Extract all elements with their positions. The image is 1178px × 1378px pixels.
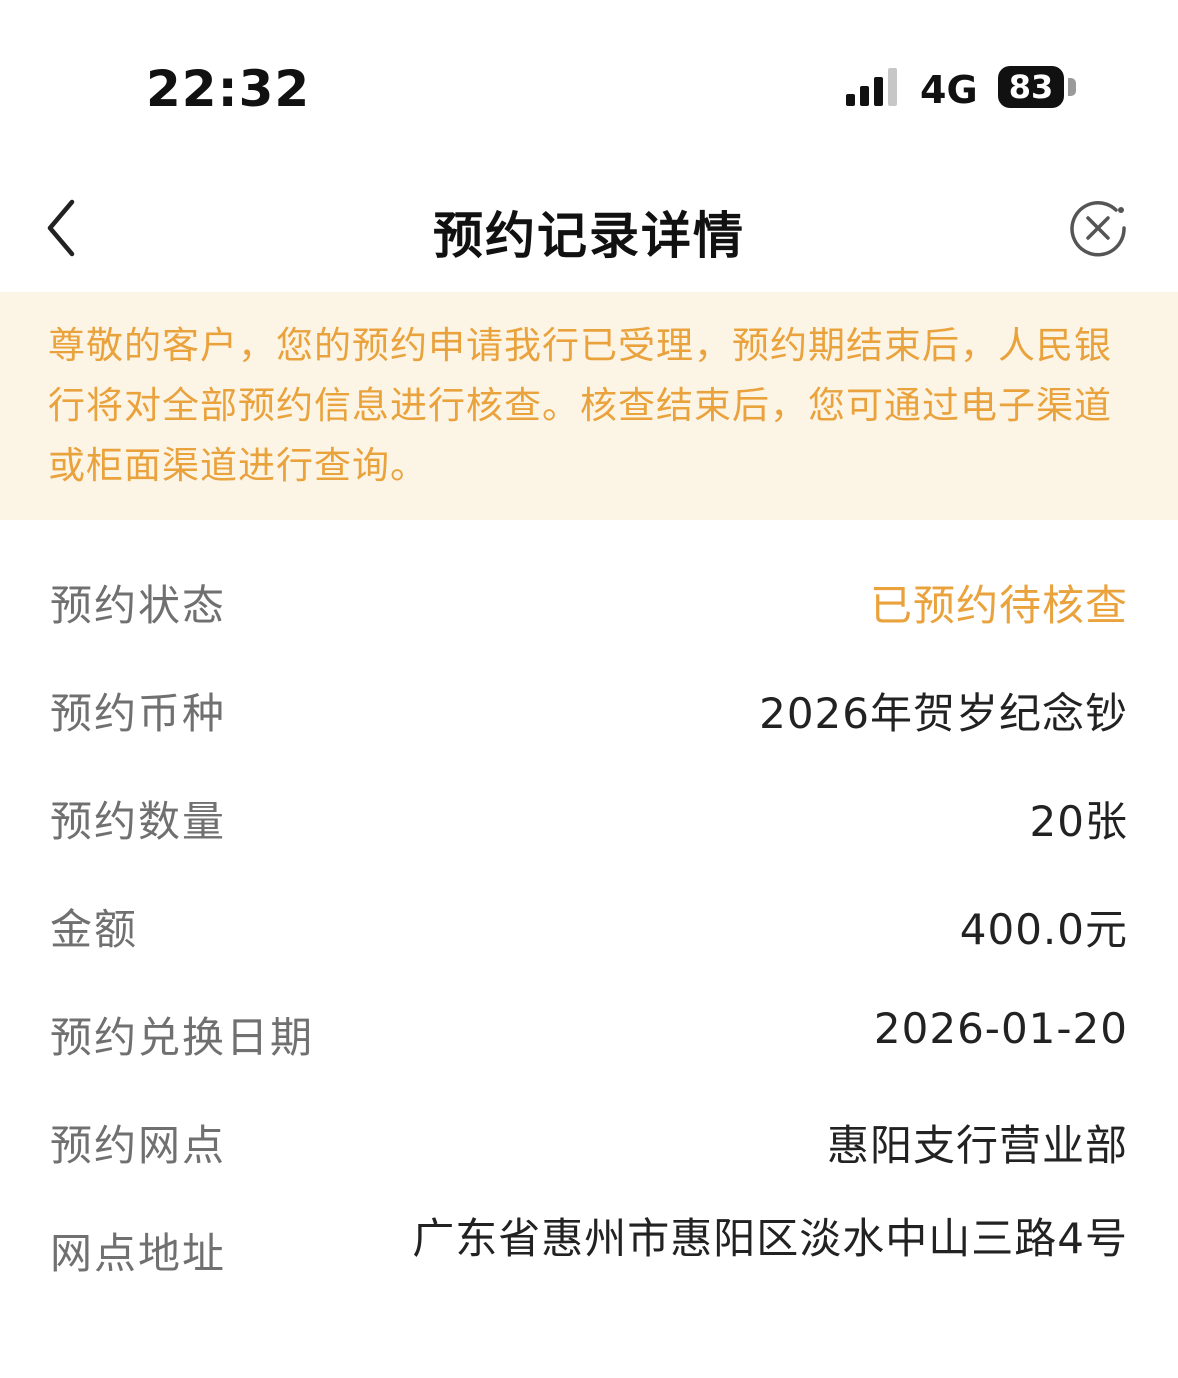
screen: 22:32 4G 83 预约记录详情 尊敬的客户，您的预约申请我行已受理，预约期… [0, 0, 1178, 1378]
nav-bar: 预约记录详情 [0, 160, 1178, 292]
detail-row-amount: 金额 400.0元 [0, 872, 1178, 980]
detail-label: 预约状态 [50, 581, 227, 630]
detail-label: 预约币种 [50, 689, 227, 738]
battery-icon: 83 [998, 66, 1064, 108]
close-circle-icon[interactable] [1066, 196, 1130, 260]
detail-label: 预约兑换日期 [50, 1013, 315, 1062]
address-value: 广东省惠州市惠阳区淡水中山三路4号 [412, 1214, 1128, 1263]
detail-row-status: 预约状态 已预约待核查 [0, 548, 1178, 656]
network-type: 4G [920, 68, 978, 112]
detail-label: 金额 [50, 905, 139, 954]
detail-label: 预约网点 [50, 1121, 227, 1170]
status-value: 已预约待核查 [869, 581, 1128, 630]
detail-value: 惠阳支行营业部 [826, 1121, 1128, 1170]
status-time: 22:32 [146, 60, 311, 118]
detail-row-currency: 预约币种 2026年贺岁纪念钞 [0, 656, 1178, 764]
battery-tip [1068, 78, 1076, 96]
detail-value: 2026年贺岁纪念钞 [759, 689, 1128, 738]
detail-row-address: 网点地址 广东省惠州市惠阳区淡水中山三路4号 [0, 1196, 1178, 1376]
detail-label: 预约数量 [50, 797, 227, 846]
detail-value: 400.0元 [959, 905, 1128, 954]
page-title: 预约记录详情 [433, 207, 745, 265]
notice-banner: 尊敬的客户，您的预约申请我行已受理，预约期结束后，人民银行将对全部预约信息进行核… [0, 292, 1178, 520]
detail-value: 2026-01-20 [873, 1004, 1128, 1053]
detail-label: 网点地址 [50, 1229, 227, 1278]
detail-row-quantity: 预约数量 20张 [0, 764, 1178, 872]
detail-row-date: 预约兑换日期 2026-01-20 [0, 980, 1178, 1088]
battery-level: 83 [1008, 68, 1054, 106]
signal-bars-icon [846, 68, 897, 106]
detail-row-branch: 预约网点 惠阳支行营业部 [0, 1088, 1178, 1196]
detail-list: 预约状态 已预约待核查 预约币种 2026年贺岁纪念钞 预约数量 20张 金额 … [0, 548, 1178, 1376]
chevron-left-icon[interactable] [36, 188, 96, 268]
status-bar: 22:32 4G 83 [0, 0, 1178, 140]
detail-value: 20张 [1029, 797, 1128, 846]
notice-text: 尊敬的客户，您的预约申请我行已受理，预约期结束后，人民银行将对全部预约信息进行核… [48, 324, 1112, 487]
